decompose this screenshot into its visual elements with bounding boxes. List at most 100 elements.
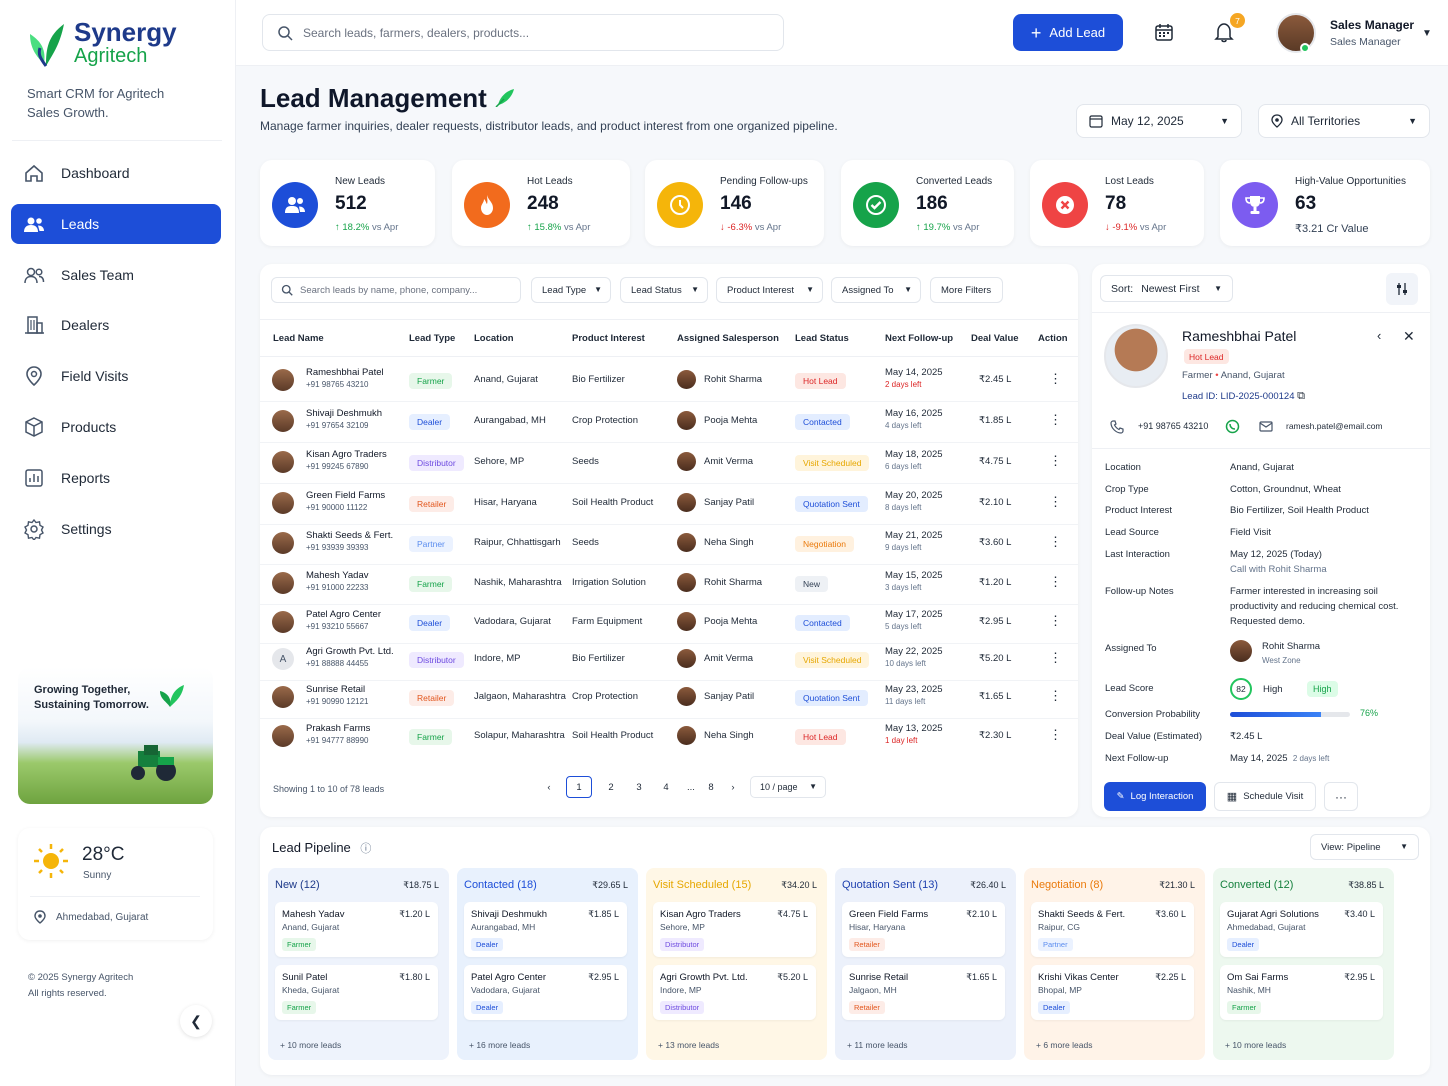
- sidebar-item-sales-team[interactable]: Sales Team: [11, 255, 221, 295]
- sidebar-item-reports[interactable]: Reports: [11, 458, 221, 498]
- page-button-1[interactable]: 1: [566, 776, 592, 798]
- table-row[interactable]: Shivaji Deshmukh +91 97654 32109 Dealer Aur…: [260, 404, 1078, 443]
- pipeline-card[interactable]: Kisan Agro Traders ₹4.75 L Sehore, MP Distr…: [653, 902, 816, 957]
- sidebar-item-products[interactable]: Products: [11, 407, 221, 447]
- whatsapp-icon[interactable]: [1225, 419, 1240, 434]
- pipeline-card[interactable]: Shivaji Deshmukh ₹1.85 L Aurangabad, MH Dea…: [464, 902, 627, 957]
- table-row[interactable]: Green Field Farms +91 90000 11122 Retailer…: [260, 486, 1078, 525]
- table-row[interactable]: Prakash Farms +91 94777 88990 Farmer Solapu…: [260, 719, 1078, 758]
- pipeline-card[interactable]: Sunrise Retail ₹1.65 L Jalgaon, MH Retailer: [842, 965, 1005, 1020]
- pipeline-more-leads-link[interactable]: + 10 more leads: [1225, 1040, 1286, 1050]
- more-actions-icon[interactable]: ⋮: [1049, 535, 1062, 549]
- sidebar-item-dashboard[interactable]: Dashboard: [11, 153, 221, 193]
- more-filters-button[interactable]: More Filters: [930, 277, 1003, 303]
- user-name[interactable]: Sales Manager: [1330, 18, 1414, 32]
- more-actions-icon[interactable]: ⋮: [1049, 372, 1062, 386]
- table-row[interactable]: Sunrise Retail +91 90990 12121 Retailer Jal…: [260, 680, 1078, 719]
- table-row[interactable]: A Agri Growth Pvt. Ltd. +91 88888 44455 Dis…: [260, 642, 1078, 681]
- pipeline-card[interactable]: Krishi Vikas Center ₹2.25 L Bhopal, MP Deal…: [1031, 965, 1194, 1020]
- more-actions-icon[interactable]: ⋮: [1049, 689, 1062, 703]
- more-actions-icon[interactable]: ⋮: [1049, 413, 1062, 427]
- kpi-card-high-value-opportunities[interactable]: High-Value Opportunities 63 ₹3.21 Cr Value: [1220, 160, 1430, 246]
- lead-status-filter[interactable]: Lead Status ▼: [620, 277, 708, 303]
- brand-logo[interactable]: Synergy Agritech: [26, 18, 177, 68]
- page-button-3[interactable]: 3: [628, 776, 650, 798]
- lead-name[interactable]: Shakti Seeds & Fert.: [306, 530, 393, 541]
- kpi-card-new-leads[interactable]: New Leads 512 ↑ 18.2% vs Apr: [260, 160, 435, 246]
- pipeline-card[interactable]: Patel Agro Center ₹2.95 L Vadodara, Gujara…: [464, 965, 627, 1020]
- lead-name[interactable]: Agri Growth Pvt. Ltd.: [306, 646, 394, 657]
- mail-icon[interactable]: [1259, 421, 1273, 432]
- pipeline-card[interactable]: Shakti Seeds & Fert. ₹3.60 L Raipur, CG Par…: [1031, 902, 1194, 957]
- add-lead-button[interactable]: + Add Lead: [1013, 14, 1123, 51]
- kpi-card-converted-leads[interactable]: Converted Leads 186 ↑ 19.7% vs Apr: [841, 160, 1014, 246]
- assigned-to-filter[interactable]: Assigned To ▼: [831, 277, 921, 303]
- info-icon[interactable]: ⓘ: [360, 843, 371, 855]
- table-row[interactable]: Mahesh Yadav +91 91000 22233 Farmer Nashik,…: [260, 566, 1078, 605]
- more-actions-icon[interactable]: ⋮: [1049, 495, 1062, 509]
- pipeline-card[interactable]: Agri Growth Pvt. Ltd. ₹5.20 L Indore, MP Di…: [653, 965, 816, 1020]
- user-avatar[interactable]: [1276, 13, 1316, 53]
- page-button-2[interactable]: 2: [600, 776, 622, 798]
- pipeline-card[interactable]: Mahesh Yadav ₹1.20 L Anand, Gujarat Farmer: [275, 902, 438, 957]
- log-interaction-button[interactable]: ✎ Log Interaction: [1104, 782, 1206, 811]
- filter-settings-button[interactable]: [1386, 273, 1418, 305]
- more-actions-icon[interactable]: ⋮: [1049, 651, 1062, 665]
- pipeline-more-leads-link[interactable]: + 6 more leads: [1036, 1040, 1092, 1050]
- territory-select[interactable]: All Territories ▼: [1258, 104, 1430, 138]
- pipeline-card[interactable]: Gujarat Agri Solutions ₹3.40 L Ahmedabad, …: [1220, 902, 1383, 957]
- chevron-down-icon[interactable]: ▼: [1422, 28, 1432, 39]
- lead-name[interactable]: Kisan Agro Traders: [306, 449, 387, 460]
- copy-icon[interactable]: ⧉: [1297, 390, 1305, 402]
- page-button-8[interactable]: 8: [700, 776, 722, 798]
- pipeline-card[interactable]: Sunil Patel ₹1.80 L Kheda, Gujarat Farmer: [275, 965, 438, 1020]
- lead-type-filter[interactable]: Lead Type ▼: [531, 277, 611, 303]
- close-icon[interactable]: ✕: [1403, 328, 1415, 345]
- page-size-select[interactable]: 10 / page ▼: [750, 776, 826, 798]
- sidebar-item-field-visits[interactable]: Field Visits: [11, 356, 221, 396]
- global-search-input[interactable]: Search leads, farmers, dealers, products…: [262, 14, 784, 51]
- pipeline-more-leads-link[interactable]: + 16 more leads: [469, 1040, 530, 1050]
- next-page-button[interactable]: ›: [722, 776, 744, 798]
- date-picker[interactable]: May 12, 2025 ▼: [1076, 104, 1242, 138]
- lead-name[interactable]: Patel Agro Center: [306, 609, 381, 620]
- pipeline-more-leads-link[interactable]: + 10 more leads: [280, 1040, 341, 1050]
- pipeline-more-leads-link[interactable]: + 13 more leads: [658, 1040, 719, 1050]
- more-actions-icon[interactable]: ⋮: [1049, 614, 1062, 628]
- pipeline-more-leads-link[interactable]: + 11 more leads: [847, 1040, 908, 1050]
- chevron-left-icon[interactable]: ‹: [1377, 328, 1381, 343]
- more-actions-icon[interactable]: ⋮: [1049, 575, 1062, 589]
- phone-icon[interactable]: [1110, 420, 1124, 434]
- lead-name[interactable]: Sunrise Retail: [306, 684, 365, 695]
- lead-name[interactable]: Shivaji Deshmukh: [306, 408, 382, 419]
- more-options-button[interactable]: ···: [1324, 782, 1358, 811]
- table-search-input[interactable]: Search leads by name, phone, company...: [271, 277, 521, 303]
- sidebar-item-dealers[interactable]: Dealers: [11, 305, 221, 345]
- prev-page-button[interactable]: ‹: [538, 776, 560, 798]
- more-actions-icon[interactable]: ⋮: [1049, 454, 1062, 468]
- pipeline-card[interactable]: Om Sai Farms ₹2.95 L Nashik, MH Farmer: [1220, 965, 1383, 1020]
- sort-select[interactable]: Sort: Newest First ▼: [1100, 275, 1233, 302]
- pipeline-view-select[interactable]: View: Pipeline ▼: [1310, 834, 1419, 860]
- lead-name[interactable]: Green Field Farms: [306, 490, 385, 501]
- table-row[interactable]: Kisan Agro Traders +91 99245 67890 Distrib…: [260, 445, 1078, 484]
- lead-phone[interactable]: +91 98765 43210: [1138, 421, 1208, 431]
- product-interest-filter[interactable]: Product Interest ▼: [716, 277, 823, 303]
- table-row[interactable]: Rameshbhai Patel +91 98765 43210 Farmer Ana…: [260, 363, 1078, 402]
- lead-name[interactable]: Rameshbhai Patel: [306, 367, 384, 378]
- kpi-card-hot-leads[interactable]: Hot Leads 248 ↑ 15.8% vs Apr: [452, 160, 630, 246]
- page-button-4[interactable]: 4: [655, 776, 677, 798]
- sidebar-item-settings[interactable]: Settings: [11, 509, 221, 549]
- schedule-visit-button[interactable]: ▦ Schedule Visit: [1214, 782, 1316, 811]
- lead-name[interactable]: Mahesh Yadav: [306, 570, 369, 581]
- lead-email[interactable]: ramesh.patel@email.com: [1286, 421, 1383, 431]
- collapse-sidebar-button[interactable]: ❮: [180, 1005, 212, 1037]
- more-actions-icon[interactable]: ⋮: [1049, 728, 1062, 742]
- table-row[interactable]: Patel Agro Center +91 93210 55667 Dealer Va…: [260, 605, 1078, 644]
- lead-name[interactable]: Prakash Farms: [306, 723, 370, 734]
- kpi-card-lost-leads[interactable]: Lost Leads 78 ↓ -9.1% vs Apr: [1030, 160, 1204, 246]
- table-row[interactable]: Shakti Seeds & Fert. +91 93939 39393 Partn…: [260, 526, 1078, 565]
- calendar-icon[interactable]: [1154, 22, 1174, 42]
- pipeline-card[interactable]: Green Field Farms ₹2.10 L Hisar, Haryana Re…: [842, 902, 1005, 957]
- sidebar-item-leads[interactable]: Leads: [11, 203, 221, 244]
